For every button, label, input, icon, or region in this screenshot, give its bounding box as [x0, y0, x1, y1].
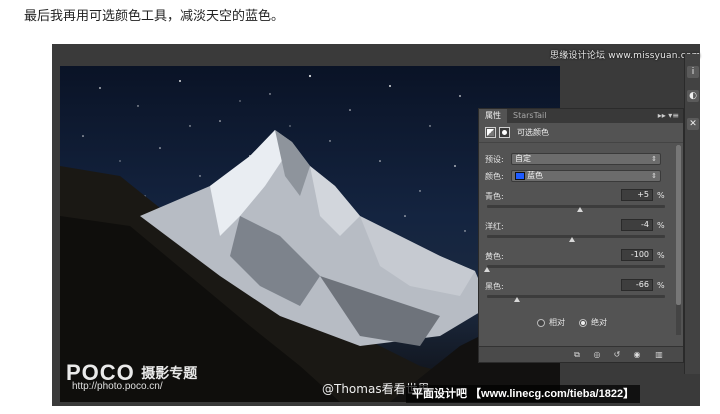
layer-mask-icon[interactable] [499, 127, 510, 138]
panel-title: 可选颜色 [517, 128, 549, 137]
cyan-value-field[interactable]: +5 [621, 189, 653, 201]
yellow-value-field[interactable]: -100 [621, 249, 653, 261]
visibility-eye-icon[interactable]: ◉ [631, 350, 643, 360]
tab-properties[interactable]: 属性 [479, 109, 507, 123]
magenta-slider-thumb[interactable] [569, 237, 576, 242]
cyan-slider-thumb[interactable] [576, 207, 583, 212]
preset-value: 自定 [515, 154, 531, 163]
reset-icon[interactable]: ↺ [611, 350, 623, 360]
dropdown-arrows-icon: ⇕ [651, 155, 657, 163]
preset-row: 预设: 自定 ⇕ [485, 153, 661, 165]
method-radio-group: 相对 绝对 [537, 317, 621, 328]
black-percent: % [657, 281, 665, 290]
magenta-label: 洋红: [485, 222, 504, 231]
yellow-percent: % [657, 251, 665, 260]
cyan-percent: % [657, 191, 665, 200]
radio-relative[interactable] [537, 318, 545, 327]
yellow-slider-thumb[interactable] [484, 267, 490, 272]
cyan-label: 青色: [485, 192, 504, 201]
magenta-slider-row: 洋红: -4 % [485, 219, 675, 251]
yellow-slider-row: 黄色: -100 % [484, 249, 675, 281]
colors-row: 颜色: 蓝色 ⇕ [485, 170, 661, 182]
source-banner: 平面设计吧 【www.linecg.com/tieba/1822】 [406, 385, 641, 403]
magenta-percent: % [657, 221, 665, 230]
magenta-value-field[interactable]: -4 [621, 219, 653, 231]
black-value-field[interactable]: -66 [621, 279, 653, 291]
radio-absolute[interactable] [579, 318, 587, 327]
view-previous-icon[interactable]: ◎ [591, 350, 603, 360]
yellow-label: 黄色: [485, 252, 504, 261]
scrollbar-thumb[interactable] [676, 145, 681, 305]
black-slider-row: 黑色: -66 % [485, 279, 675, 311]
info-icon[interactable]: i [687, 66, 699, 78]
close-icon[interactable]: ✕ [687, 118, 699, 130]
colors-label: 颜色: [485, 171, 504, 181]
magenta-slider-track[interactable] [487, 235, 665, 238]
preset-dropdown[interactable]: 自定 ⇕ [511, 153, 661, 165]
right-icon-strip: i ◐ ✕ [684, 54, 700, 374]
adjust-icon[interactable]: ◐ [687, 90, 699, 102]
colors-value: 蓝色 [527, 171, 543, 180]
relative-label: 相对 [549, 318, 565, 327]
black-label: 黑色: [485, 282, 504, 291]
panel-menu-controls[interactable]: ▸▸ ▾≡ [658, 109, 679, 123]
properties-panel: 属性 StarsTail ▸▸ ▾≡ 可选颜色 预设: 自定 ⇕ 颜色: 蓝色 … [478, 108, 684, 363]
colors-dropdown[interactable]: 蓝色 ⇕ [511, 170, 661, 182]
article-caption: 最后我再用可选颜色工具，减淡天空的蓝色。 [24, 9, 285, 24]
clip-to-layer-icon[interactable]: ⧉ [571, 350, 583, 360]
panel-tabs: 属性 StarsTail ▸▸ ▾≡ [479, 109, 683, 123]
preset-label: 预设: [485, 154, 504, 164]
yellow-slider-track[interactable] [487, 265, 665, 268]
tab-starstail[interactable]: StarsTail [507, 109, 552, 123]
trash-icon[interactable]: ▥ [653, 350, 665, 360]
black-slider-thumb[interactable] [514, 297, 521, 302]
panel-scrollbar[interactable] [676, 145, 681, 335]
poco-brand-cn: 摄影专题 [141, 365, 198, 381]
panel-header: 可选颜色 [479, 123, 683, 143]
poco-url: http://photo.poco.cn/ [72, 381, 163, 392]
absolute-label: 绝对 [591, 318, 607, 327]
forum-watermark: 思缘设计论坛 www.missyuan.com [550, 51, 701, 61]
blue-swatch-icon [515, 171, 525, 180]
dropdown-arrows-icon: ⇕ [651, 172, 657, 180]
adjustment-layer-icon [485, 127, 496, 138]
panel-bottom-toolbar: ⧉ ◎ ↺ ◉ ▥ [479, 346, 683, 362]
cyan-slider-row: 青色: +5 % [485, 189, 675, 221]
